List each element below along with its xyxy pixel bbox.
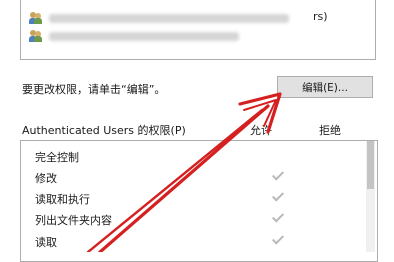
group-row[interactable] [29, 29, 239, 43]
allow-check-icon [271, 211, 285, 225]
deny-column-header: 拒绝 [319, 124, 341, 137]
users-icon [29, 30, 43, 42]
users-icon [29, 12, 43, 24]
permission-label: 读取和执行 [35, 193, 90, 206]
permission-label: 读取 [35, 236, 57, 249]
permission-row-read-execute: 读取和执行 [35, 188, 375, 210]
permission-row-modify: 修改 [35, 167, 375, 189]
allow-check-icon [271, 169, 285, 183]
allow-check-icon [271, 233, 285, 247]
scrollbar-thumb[interactable] [367, 141, 374, 189]
permission-row-list-folder: 列出文件夹内容 [35, 209, 375, 231]
permission-label: 修改 [35, 172, 57, 185]
obscured-group-name [49, 31, 239, 41]
group-row[interactable] [29, 11, 289, 25]
permission-row-read: 读取 [35, 231, 375, 253]
permission-label: 完全控制 [35, 151, 79, 164]
permission-label: 列出文件夹内容 [35, 214, 112, 227]
obscured-group-name [49, 13, 289, 23]
permissions-list[interactable]: 完全控制 修改 读取和执行 列出文件夹内容 读取 [20, 140, 378, 262]
allow-check-icon [271, 190, 285, 204]
group-user-list[interactable]: rs) [20, 0, 376, 60]
change-permissions-hint: 要更改权限，请单击“编辑”。 [22, 83, 166, 96]
permission-row-full-control: 完全控制 [35, 146, 375, 168]
edit-button[interactable]: 编辑(E)... [277, 76, 373, 98]
permissions-header: Authenticated Users 的权限(P) [22, 124, 186, 137]
group-name-suffix: rs) [313, 10, 328, 23]
allow-column-header: 允许 [250, 124, 272, 137]
